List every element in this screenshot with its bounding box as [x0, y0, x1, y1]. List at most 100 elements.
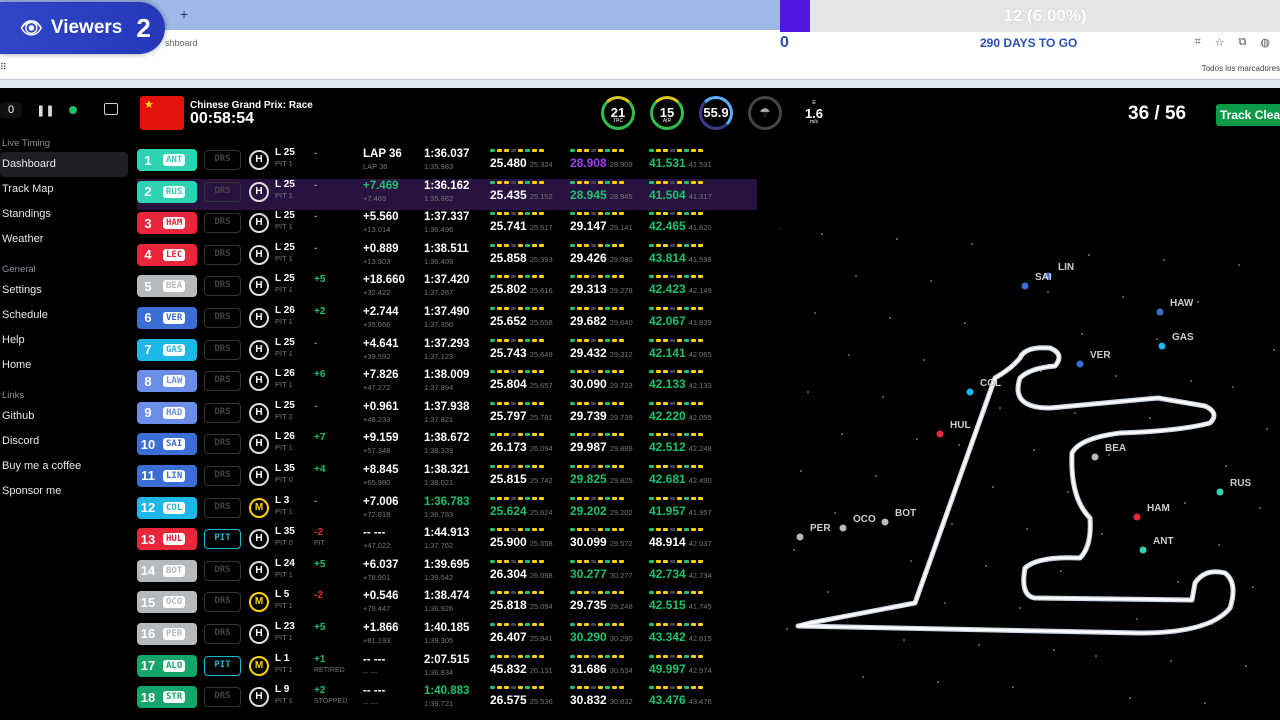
- sidebar-item-standings[interactable]: Standings: [0, 202, 130, 227]
- table-row[interactable]: 3 HAM DRS H L 25 PIT 1 - +5.560 +13.014 1:37.337 1…: [137, 210, 757, 242]
- translate-icon[interactable]: ⌗: [1194, 36, 1200, 49]
- sector-time: 43.342: [649, 629, 686, 644]
- gap-to-leader: +0.961: [363, 400, 399, 413]
- car-marker-bot: [881, 518, 889, 526]
- sector-time: 25.804: [490, 377, 527, 392]
- best-lap-time: 1:35.983: [424, 162, 454, 171]
- apps-icon[interactable]: ⠿: [0, 62, 7, 73]
- gap-to-leader: +6.037: [363, 558, 399, 571]
- last-lap-time: 1:38.474: [424, 590, 470, 603]
- background-dot: [1088, 254, 1090, 256]
- table-row[interactable]: 16 PER DRS H L 23 PIT 1 +5 +1.866 +81.193 1:40.18…: [137, 621, 757, 653]
- sector-best: 41.620: [688, 223, 712, 233]
- viewers-label: Viewers: [50, 17, 123, 38]
- sidebar-item-github[interactable]: Github: [0, 404, 130, 429]
- table-row[interactable]: 13 HUL PIT H L 35 PIT 0 -2 PIT -- --- +47.022 1:44…: [137, 526, 757, 558]
- table-row[interactable]: 11 LIN DRS H L 35 PIT 0 +4 +8.845 +65.980 1:38.32…: [137, 463, 757, 495]
- sector-s3: 43.476 43.476: [649, 684, 712, 707]
- background-dot: [1232, 386, 1234, 388]
- sidebar-toggle-icon[interactable]: [104, 103, 118, 115]
- pit-count: PIT 1: [275, 285, 293, 295]
- lap-counter: 36 / 56: [1128, 103, 1187, 124]
- sector-best: 41.598: [688, 254, 712, 264]
- position-badge: 14 BOT: [137, 559, 197, 582]
- sidebar-item-schedule[interactable]: Schedule: [0, 303, 130, 328]
- sidebar-item-home[interactable]: Home: [0, 353, 130, 378]
- sector-best: 42.615: [688, 633, 712, 643]
- background-dot: [1259, 507, 1261, 509]
- table-row[interactable]: 2 RUS DRS H L 25 PIT 1 - +7.469 +7.469 1:36.162 1:…: [137, 178, 757, 211]
- drs-indicator: DRS: [204, 592, 241, 613]
- sector-s3: 42.220 42.055: [649, 400, 712, 423]
- background-dot: [1252, 586, 1254, 588]
- best-lap-time: 1:37.267: [424, 288, 454, 298]
- minisector-bar: [649, 496, 712, 501]
- address-bar[interactable]: shboard: [0, 30, 1280, 58]
- sector-best: 29.312: [609, 349, 633, 359]
- sidebar-item-dashboard[interactable]: Dashboard: [0, 152, 128, 177]
- pit-count: PIT 1: [275, 222, 293, 232]
- sector-s1: 25.480 25.324: [490, 147, 553, 170]
- sector-time: 43.814: [649, 250, 686, 265]
- table-row[interactable]: 14 BOT DRS H L 24 PIT 1 +5 +6.037 +78.901 1:39.69…: [137, 558, 757, 590]
- background-dot: [779, 227, 781, 229]
- sidebar-item-weather[interactable]: Weather: [0, 227, 130, 252]
- table-row[interactable]: 9 HAD DRS H L 25 PIT 2 - +0.961 +48.233 1:37.938 1…: [137, 400, 757, 432]
- sector-s1: 26.575 25.536: [490, 684, 553, 707]
- sidebar-item-track-map[interactable]: Track Map: [0, 177, 130, 202]
- table-row[interactable]: 8 LAW DRS H L 26 PIT 1 +6 +7.826 +47.272 1:38.009…: [137, 368, 757, 400]
- sector-s1: 26.407 25.941: [490, 621, 553, 644]
- sector-time: 29.426: [570, 250, 607, 265]
- best-lap-time: 1:37.762: [424, 541, 454, 551]
- table-row[interactable]: 1 ANT DRS H L 25 PIT 1 - LAP 36 LAP 36 1:36.037 1:…: [137, 147, 757, 179]
- driver-code: PER: [163, 627, 186, 640]
- sector-time: 31.686: [570, 661, 607, 676]
- position-change: -: [314, 337, 318, 349]
- sector-s1: 25.624 25.624: [490, 495, 553, 518]
- position-number: 2: [144, 184, 152, 200]
- pit-count: PIT 1: [275, 569, 293, 579]
- sector-s3: 41.531 41.531: [649, 147, 712, 170]
- sector-time: 49.997: [649, 661, 686, 676]
- sector-best: 30.277: [609, 570, 633, 580]
- best-lap-time: 1:39.721: [424, 699, 454, 709]
- sidebar-item-discord[interactable]: Discord: [0, 429, 130, 454]
- extensions-icon[interactable]: ⧉: [1239, 36, 1247, 49]
- sector-best: 29.723: [609, 381, 633, 391]
- sector-time: 25.480: [490, 156, 527, 170]
- minisector-bar: [649, 243, 712, 248]
- pause-icon[interactable]: ❚❚: [36, 104, 54, 117]
- table-row[interactable]: 18 STR DRS H L 9 PIT 1 +2 STOPPED -- --- -- --- 1:…: [137, 684, 757, 716]
- sector-time: 42.423: [649, 282, 686, 297]
- speed-value[interactable]: 0: [0, 102, 23, 118]
- all-bookmarks[interactable]: Todos los marcadores: [1202, 64, 1280, 73]
- minisector-bar: [649, 528, 712, 532]
- minisector-bar: [649, 464, 712, 469]
- sidebar-item-buy-me-a-coffee[interactable]: Buy me a coffee: [0, 454, 130, 479]
- sidebar-item-sponsor-me[interactable]: Sponsor me: [0, 479, 130, 504]
- tyre-compound-icon: H: [249, 307, 269, 328]
- sidebar-item-help[interactable]: Help: [0, 328, 130, 353]
- background-dot: [916, 438, 918, 440]
- sidebar-item-settings[interactable]: Settings: [0, 278, 130, 303]
- table-row[interactable]: 10 SAI DRS H L 26 PIT 1 +7 +9.159 +57.348 1:38.67…: [137, 431, 757, 463]
- tyre-lap-count: L 25: [275, 273, 295, 285]
- table-row[interactable]: 5 BEA DRS H L 25 PIT 1 +5 +18.660 +32.422 1:37.42…: [137, 273, 757, 305]
- tyre-compound-icon: H: [249, 560, 269, 581]
- new-tab-button[interactable]: +: [180, 6, 188, 22]
- table-row[interactable]: 7 GAS DRS H L 25 PIT 1 - +4.641 +39.592 1:37.293 1…: [137, 337, 757, 369]
- table-row[interactable]: 17 ALO PIT M L 1 PIT 1 +1 RETIRED -- --- -- --- 2:…: [137, 653, 757, 685]
- drs-indicator: DRS: [204, 434, 241, 455]
- star-icon[interactable]: ☆: [1215, 36, 1225, 49]
- table-row[interactable]: 4 LEC DRS H L 25 PIT 1 - +0.889 +13.903 1:38.511 1…: [137, 242, 757, 274]
- profile-icon[interactable]: ◍: [1260, 36, 1270, 49]
- background-dot: [1095, 655, 1097, 657]
- sector-best: 42.490: [688, 475, 712, 485]
- background-dot: [1197, 301, 1199, 303]
- table-row[interactable]: 15 OCO DRS M L 5 PIT 1 -2 +0.546 +79.447 1:38.474…: [137, 589, 757, 621]
- sector-best: 29.825: [609, 475, 633, 485]
- table-row[interactable]: 6 VER DRS H L 26 PIT 1 +2 +2.744 +35.066 1:37.490…: [137, 305, 757, 337]
- pit-count: PIT 1: [275, 632, 293, 642]
- interval: +81.193: [363, 635, 391, 645]
- table-row[interactable]: 12 COL DRS M L 3 PIT 1- +7.006 +72.818 1:36.783 1…: [137, 495, 757, 527]
